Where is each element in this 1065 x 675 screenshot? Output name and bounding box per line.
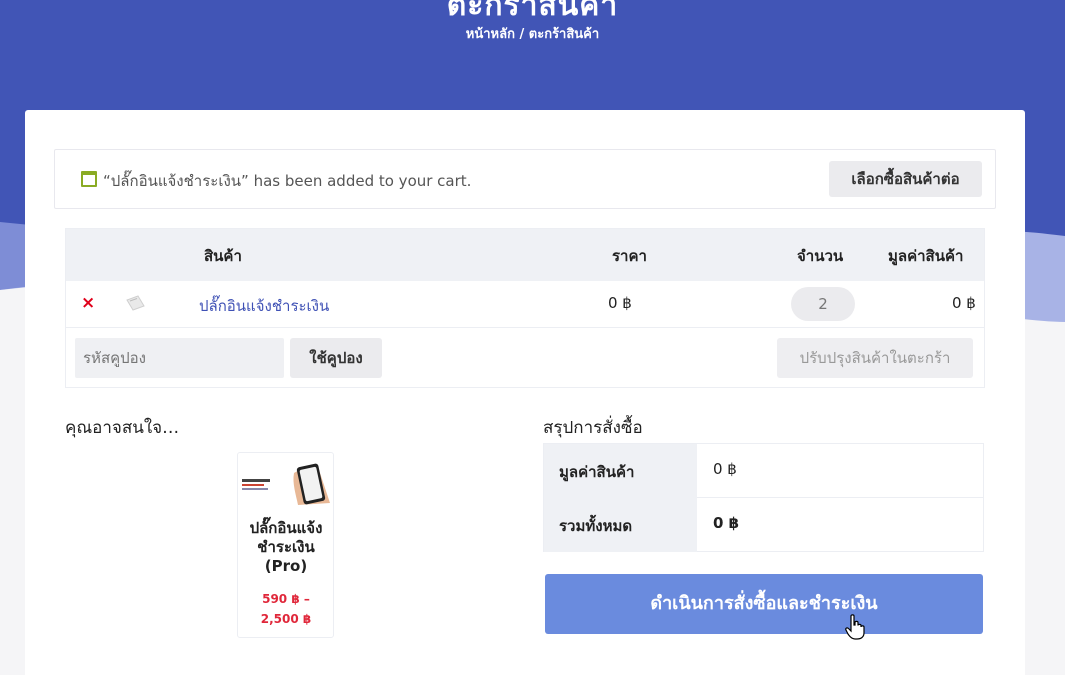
cart-actions: ใช้คูปอง ปรับปรุงสินค้าในตะกร้า [66,329,984,387]
breadcrumb-separator: / [514,27,529,42]
cross-sell-product-name[interactable]: ปลั๊กอินแจ้งชำระเงิน (Pro) [242,519,330,576]
breadcrumb-current: ตะกร้าสินค้า [528,27,600,42]
remove-item-icon[interactable]: × [81,293,95,313]
cart-card: “ปลั๊กอินแจ้งชำระเงิน” has been added to… [25,110,1025,675]
header-subtotal: มูลค่าสินค้า [888,247,964,265]
summary-subtotal-label: มูลค่าสินค้า [544,444,697,498]
cross-sell-product-card[interactable]: ปลั๊กอินแจ้งชำระเงิน (Pro) 590 ฿ – 2,500… [237,452,334,638]
table-row: × ปลั๊กอินแจ้งชำระเงิน 0 ฿ 2 0 ฿ [66,281,984,328]
header-product: สินค้า [204,247,242,265]
cross-sells-title: คุณอาจสนใจ… [65,418,180,438]
coupon-code-input[interactable] [75,338,284,378]
breadcrumb: หน้าหลัก / ตะกร้าสินค้า [0,23,1065,44]
quantity-input[interactable]: 2 [791,287,855,321]
order-summary-title: สรุปการสั่งซื้อ [543,418,643,438]
summary-subtotal-row: มูลค่าสินค้า 0 ฿ [544,444,983,498]
cart-table: สินค้า ราคา จำนวน มูลค่าสินค้า × ปลั๊กอิ… [65,228,985,388]
summary-subtotal-value: 0 ฿ [713,460,737,478]
apply-coupon-button[interactable]: ใช้คูปอง [290,338,382,378]
product-name-link[interactable]: ปลั๊กอินแจ้งชำระเงิน [199,294,329,318]
notice-message: “ปลั๊กอินแจ้งชำระเงิน” has been added to… [103,172,472,190]
breadcrumb-home-link[interactable]: หน้าหลัก [466,27,515,42]
summary-total-row: รวมทั้งหมด 0 ฿ [544,498,983,552]
proceed-to-checkout-button[interactable]: ดำเนินการสั่งซื้อและชำระเงิน [545,574,983,634]
summary-total-value: 0 ฿ [713,514,740,532]
hand-cursor-icon [845,614,865,640]
cart-table-header: สินค้า ราคา จำนวน มูลค่าสินค้า [66,229,984,281]
cross-sell-product-price: 590 ฿ – 2,500 ฿ [260,592,312,626]
order-summary-table: มูลค่าสินค้า 0 ฿ รวมทั้งหมด 0 ฿ [543,443,984,552]
notice-window-icon [81,171,97,187]
update-cart-button[interactable]: ปรับปรุงสินค้าในตะกร้า [777,338,973,378]
product-subtotal: 0 ฿ [952,294,976,312]
header-quantity: จำนวน [797,247,844,265]
header-price: ราคา [612,247,647,265]
continue-shopping-button[interactable]: เลือกซื้อสินค้าต่อ [829,161,982,197]
summary-total-label: รวมทั้งหมด [544,498,697,552]
product-price: 0 ฿ [608,294,632,312]
product-thumbnail[interactable] [124,294,146,312]
product-image[interactable] [240,459,332,505]
added-to-cart-notice: “ปลั๊กอินแจ้งชำระเงิน” has been added to… [54,149,996,209]
